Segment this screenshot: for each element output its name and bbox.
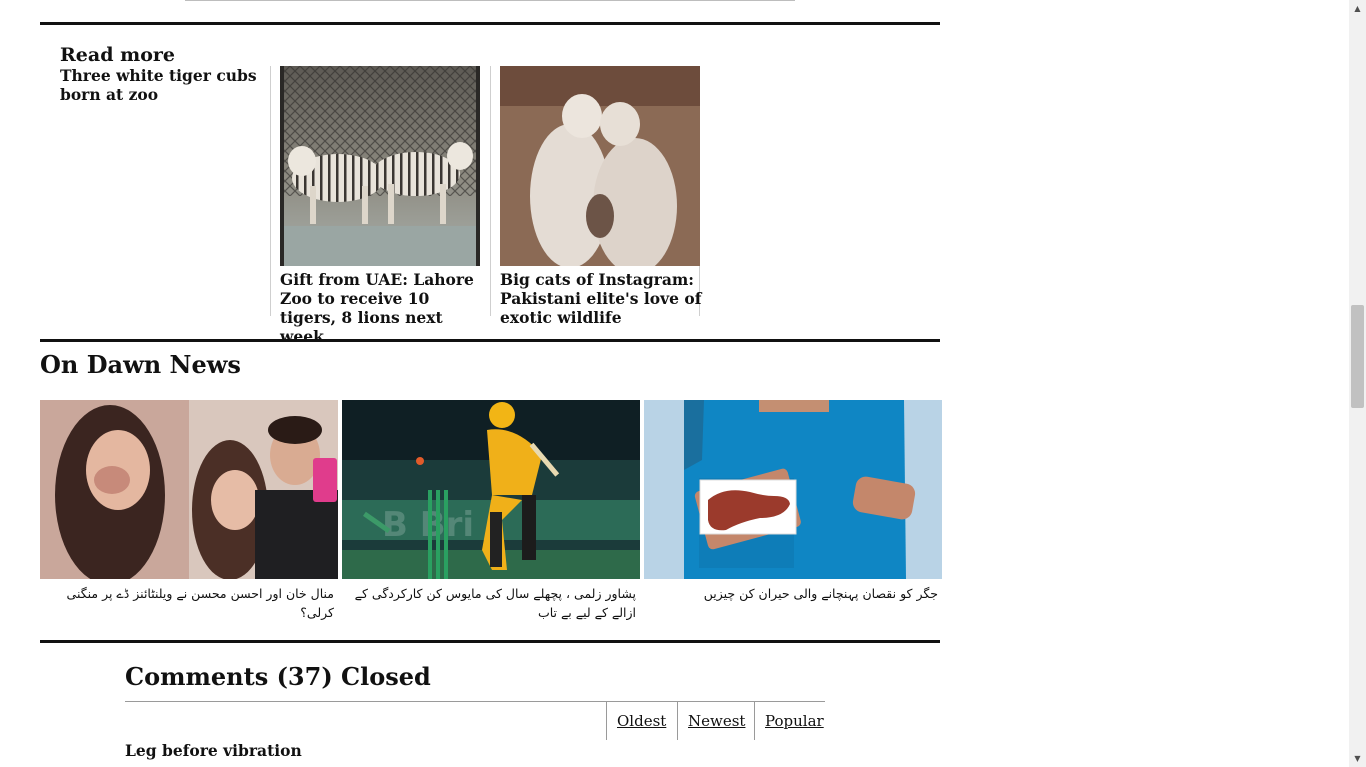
read-more-card-title[interactable]: Big cats of Instagram: Pakistani elite's…: [500, 270, 710, 327]
read-more-heading: Read more: [60, 44, 175, 66]
white-lion-cubs-image[interactable]: [500, 66, 700, 266]
on-dawn-news-heading: On Dawn News: [40, 350, 241, 379]
previous-section-edge: [185, 0, 795, 1]
dawn-news-card[interactable]: B Bri پشاور زلمی ، پچھلے سال کی مایوس کن…: [342, 400, 640, 622]
white-tigers-enclosure-image[interactable]: [280, 66, 480, 266]
dawn-news-card[interactable]: جگر کو نقصان پہنچانے والی حیران کن چیزیں: [644, 400, 942, 603]
section-divider: [40, 640, 940, 643]
read-more-card-title[interactable]: Gift from UAE: Lahore Zoo to receive 10 …: [280, 270, 490, 346]
comment-title: Leg before vibration: [125, 741, 302, 760]
sort-newest-tab[interactable]: Newest: [677, 702, 755, 740]
scroll-up-icon[interactable]: ▲: [1349, 0, 1366, 17]
scroll-down-icon[interactable]: ▼: [1349, 750, 1366, 767]
dawn-news-card[interactable]: منال خان اور احسن محسن نے ویلنٹائنز ڈے پ…: [40, 400, 338, 622]
dawn-news-card-title[interactable]: منال خان اور احسن محسن نے ویلنٹائنز ڈے پ…: [40, 584, 338, 622]
cricket-batsman-image[interactable]: B Bri: [342, 400, 640, 579]
dawn-news-card-title[interactable]: پشاور زلمی ، پچھلے سال کی مایوس کن کارکر…: [342, 584, 640, 622]
read-more-card[interactable]: Gift from UAE: Lahore Zoo to receive 10 …: [270, 66, 480, 346]
couple-photo-image[interactable]: [40, 400, 338, 579]
scrollbar-thumb[interactable]: [1351, 305, 1364, 408]
section-divider: [40, 339, 940, 342]
dawn-news-card-title[interactable]: جگر کو نقصان پہنچانے والی حیران کن چیزیں: [644, 584, 942, 603]
read-more-lead-link[interactable]: Three white tiger cubs born at zoo: [60, 66, 260, 104]
comments-heading: Comments (37) Closed: [125, 662, 431, 691]
sort-oldest-tab[interactable]: Oldest: [606, 702, 676, 740]
read-more-card[interactable]: Big cats of Instagram: Pakistani elite's…: [490, 66, 701, 327]
liver-illustration-image[interactable]: [644, 400, 942, 579]
section-divider: [40, 22, 940, 25]
sort-popular-tab[interactable]: Popular: [754, 702, 834, 740]
